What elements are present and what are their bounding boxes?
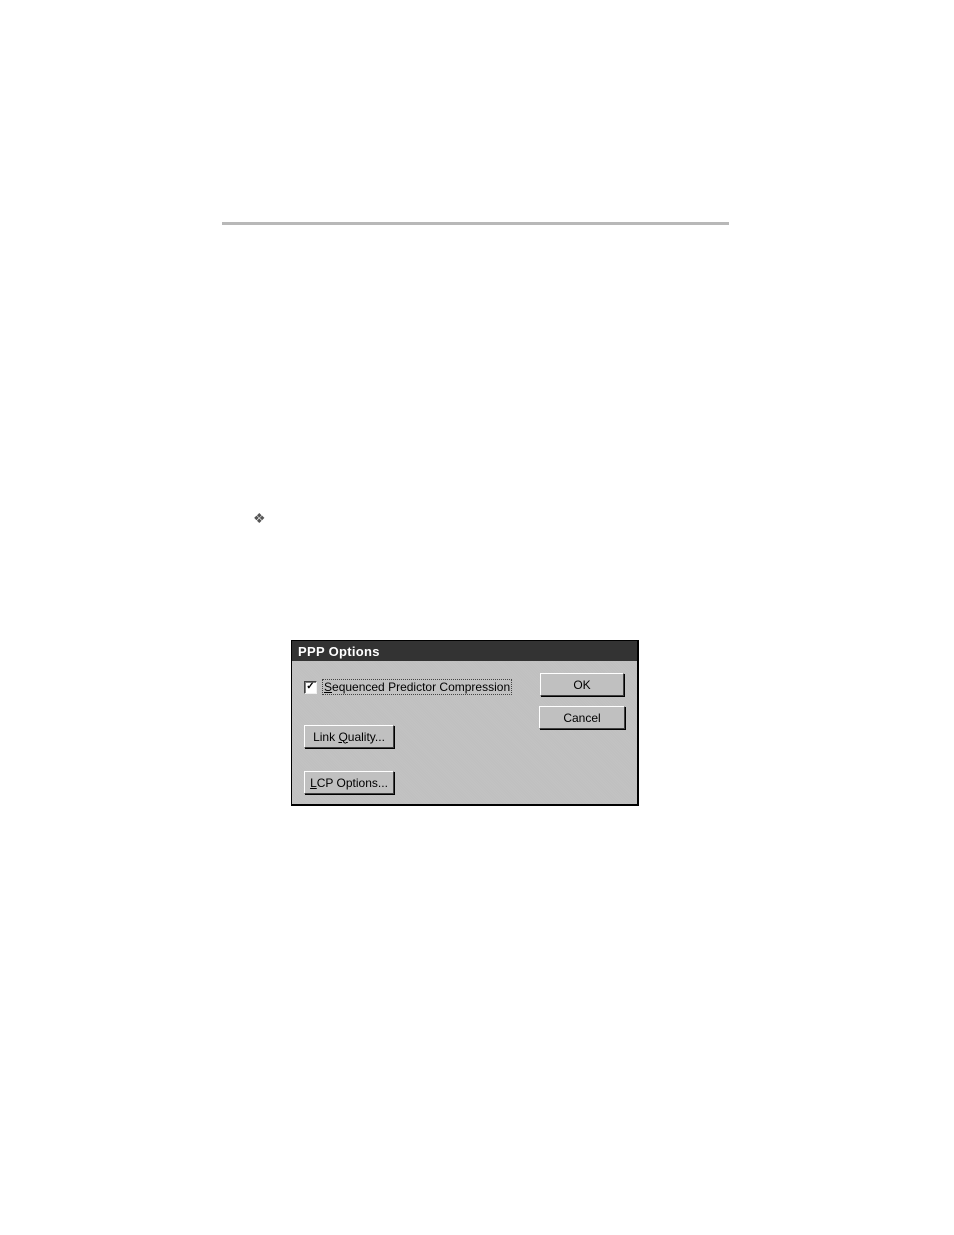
ppp-options-dialog: PPP Options ✓ Sequenced Predictor Compre… — [291, 640, 639, 806]
diamond-bullet-icon: ❖ — [253, 510, 266, 527]
cancel-label: Cancel — [563, 711, 600, 725]
dialog-title: PPP Options — [298, 644, 380, 659]
sequenced-predictor-compression-label: Sequenced Predictor Compression — [322, 679, 512, 695]
ok-button[interactable]: OK — [540, 673, 624, 696]
lcp-options-button[interactable]: LCP Options... — [304, 771, 394, 794]
cancel-button[interactable]: Cancel — [539, 706, 625, 729]
link-quality-label: Link Quality... — [313, 730, 385, 744]
sequenced-predictor-compression-checkbox[interactable]: ✓ — [304, 681, 317, 694]
sequenced-predictor-compression-row[interactable]: ✓ Sequenced Predictor Compression — [304, 679, 512, 695]
checkmark-icon: ✓ — [306, 682, 314, 692]
dialog-title-bar: PPP Options — [292, 641, 637, 661]
link-quality-button[interactable]: Link Quality... — [304, 725, 394, 748]
ok-label: OK — [573, 678, 590, 692]
horizontal-divider — [222, 222, 729, 225]
dialog-body: ✓ Sequenced Predictor Compression Link Q… — [292, 661, 637, 804]
lcp-options-label: LCP Options... — [310, 776, 388, 790]
